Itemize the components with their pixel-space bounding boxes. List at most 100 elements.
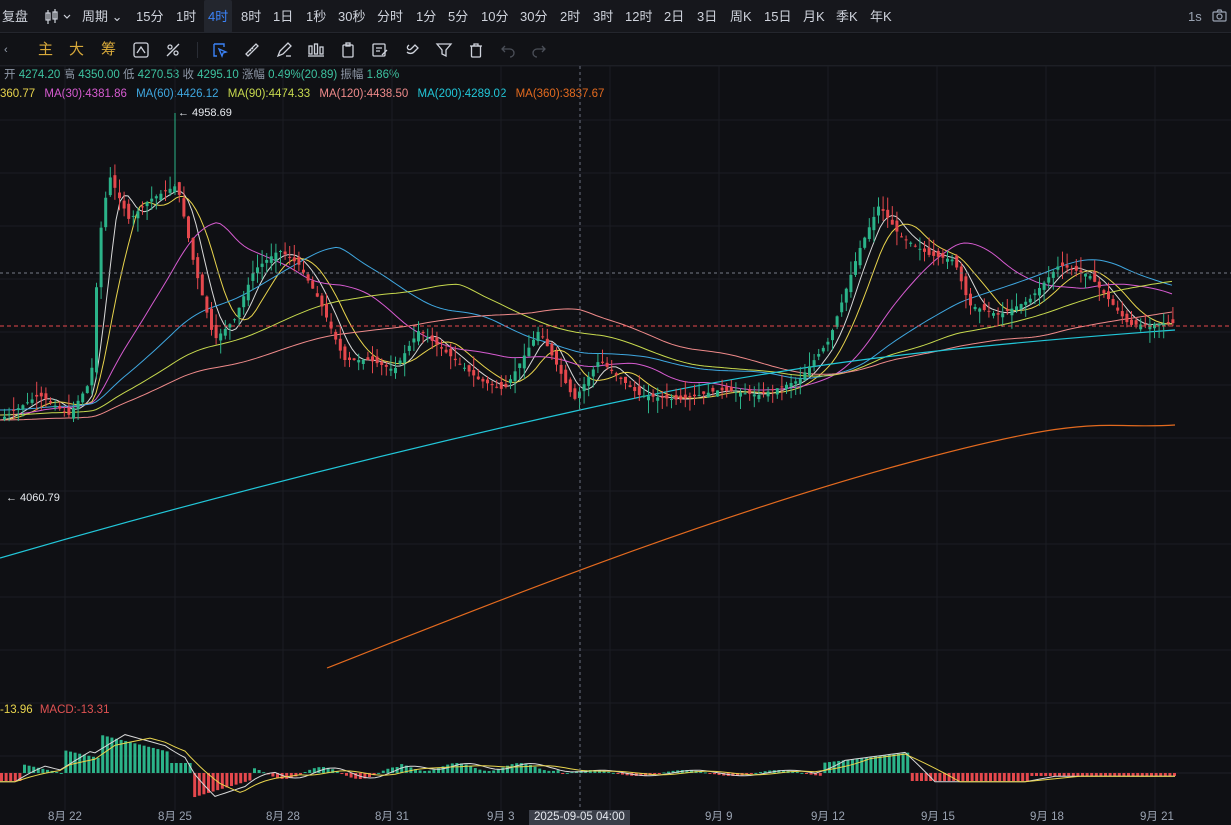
macd-bar — [174, 763, 178, 773]
macd-bar — [869, 757, 873, 773]
macd-bar — [248, 773, 252, 781]
candle-body — [1148, 324, 1152, 330]
macd-bar — [1002, 773, 1006, 781]
candle-body — [867, 227, 871, 239]
macd-bar — [998, 773, 1002, 781]
macd-bar — [552, 770, 555, 773]
macd-bar — [1058, 773, 1061, 776]
candle-body — [771, 389, 775, 391]
macd-bar — [243, 773, 247, 782]
candle-body — [49, 401, 52, 403]
high-price-tag: ← 4958.69 — [178, 107, 232, 119]
candle-body — [835, 316, 839, 327]
candle-body — [1024, 301, 1028, 305]
candle-body — [789, 383, 793, 387]
macd-bar — [220, 773, 224, 789]
macd-bar — [4, 773, 8, 781]
candle-body — [587, 376, 591, 386]
macd-bar — [115, 738, 118, 773]
candle-body — [1102, 290, 1106, 294]
candle-body — [992, 313, 995, 316]
macd-bar — [492, 770, 496, 773]
macd-bar — [1099, 773, 1103, 776]
candle-body — [35, 394, 39, 397]
macd-bar — [616, 773, 620, 774]
candle-body — [288, 256, 292, 258]
candle-body — [481, 378, 485, 382]
candlestick-chart[interactable] — [0, 0, 1231, 810]
macd-bar — [345, 773, 348, 776]
candle-body — [210, 308, 213, 330]
macd-bar — [979, 773, 983, 781]
candle-body — [283, 251, 287, 255]
candle-body — [545, 338, 549, 347]
candle-body — [444, 349, 448, 353]
macd-bar — [1090, 773, 1094, 776]
candle-body — [826, 341, 830, 345]
candle-body — [849, 274, 853, 293]
candle-body — [403, 353, 407, 363]
macd-bar — [542, 770, 546, 773]
candle-body — [228, 324, 232, 328]
macd-bar — [133, 743, 137, 773]
candle-body — [85, 386, 89, 394]
macd-bar — [1159, 773, 1163, 776]
candles — [3, 113, 1175, 422]
candle-body — [536, 331, 540, 342]
candle-body — [311, 280, 315, 289]
macd-bar — [837, 760, 841, 773]
candle-body — [325, 303, 328, 318]
macd-bar — [9, 773, 13, 781]
macd-bar — [303, 772, 307, 774]
candle-body — [670, 399, 673, 401]
candle-body — [1065, 265, 1069, 268]
candle-body — [269, 256, 273, 263]
macd-bar — [1140, 773, 1144, 776]
x-axis-label: 9月 18 — [1030, 811, 1064, 823]
macd-bar — [795, 771, 799, 773]
macd-bar — [883, 755, 887, 773]
candle-body — [53, 405, 57, 408]
candle-body — [99, 227, 103, 288]
candle-body — [1047, 277, 1051, 283]
candle-body — [798, 378, 802, 384]
candle-body — [1079, 270, 1083, 273]
candle-body — [39, 392, 43, 397]
candle-body — [205, 296, 209, 313]
candle-body — [398, 360, 402, 364]
candle-body — [955, 255, 959, 268]
candle-body — [315, 293, 319, 297]
candle-body — [196, 257, 200, 279]
x-axis-label: 9月 12 — [811, 811, 845, 823]
macd-bar — [915, 773, 919, 781]
candle-body — [601, 361, 604, 363]
candle-body — [918, 248, 922, 250]
candle-body — [1005, 309, 1009, 311]
macd-bar — [952, 773, 956, 781]
macd-bar — [1021, 773, 1025, 781]
macd-bar — [119, 739, 123, 773]
macd-bar — [510, 764, 514, 773]
candle-body — [959, 266, 963, 282]
macd-bar — [947, 773, 951, 781]
macd-bar — [703, 772, 707, 774]
candle-body — [863, 237, 867, 248]
macd-bar — [377, 772, 381, 774]
macd-bar — [749, 773, 753, 774]
candle-body — [1019, 304, 1023, 309]
candle-body — [246, 284, 250, 301]
candle-body — [108, 177, 112, 196]
macd-bar — [515, 763, 519, 773]
macd-bar — [253, 768, 256, 773]
candle-body — [233, 319, 236, 321]
macd-legend: -13.96 MACD:-13.31 — [0, 703, 109, 717]
candle-body — [757, 394, 761, 400]
macd-bar — [860, 758, 864, 773]
candle-body — [568, 379, 572, 393]
macd-bar — [989, 773, 992, 781]
candle-body — [136, 211, 140, 219]
macd-bar — [87, 755, 91, 773]
macd-bar — [64, 750, 68, 773]
candle-body — [890, 219, 894, 225]
candle-body — [987, 310, 991, 312]
